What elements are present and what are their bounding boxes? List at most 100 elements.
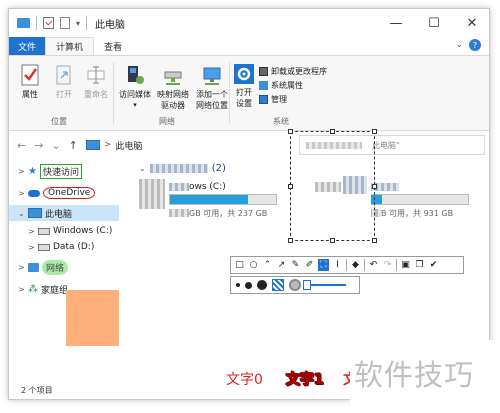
close-button[interactable]: ✕ (453, 9, 489, 37)
add-location-label-1: 添加一个 (196, 90, 228, 99)
tab-computer[interactable]: 计算机 (45, 37, 95, 55)
properties-button[interactable]: 属性 (17, 64, 43, 100)
devices-section-header[interactable]: ⌄ (2) (139, 163, 226, 174)
tab-view[interactable]: 查看 (94, 37, 132, 55)
network-icon (28, 262, 39, 272)
brush-size-small-icon[interactable] (236, 283, 240, 287)
copy-icon[interactable]: ❐ (414, 259, 425, 271)
resize-handle-e[interactable] (372, 184, 377, 189)
drive-icon (38, 227, 50, 235)
expand-chevron-icon[interactable]: > (18, 263, 28, 272)
recent-locations-icon[interactable]: ⌄ (51, 139, 60, 152)
redacted-drive-icon (139, 179, 165, 209)
resize-handle-s[interactable] (330, 238, 335, 243)
confirm-check-icon[interactable]: ✔ (428, 259, 439, 271)
map-drive-label-1: 映射网络 (157, 90, 189, 99)
customize-toolbar-dropdown-icon[interactable]: ▾ (76, 19, 80, 28)
sidebar-item-network[interactable]: > 网络 (9, 259, 119, 275)
network-drive-icon (164, 71, 182, 85)
marker-tool-icon[interactable]: ✐ (304, 259, 315, 271)
sidebar-item-windows-c[interactable]: > Windows (C:) (9, 223, 119, 239)
properties-icon (21, 64, 39, 86)
arrow-tool-icon[interactable]: ↗ (276, 259, 287, 271)
rename-button[interactable]: 重命名 (81, 64, 111, 100)
expand-chevron-icon[interactable]: > (18, 189, 28, 198)
add-location-label-2: 网络位置 (196, 101, 228, 110)
tab-file[interactable]: 文件 (9, 37, 45, 55)
brush-size-large-icon[interactable] (257, 280, 267, 290)
access-media-button[interactable]: 访问媒体 ▾ (117, 64, 153, 111)
address-bar[interactable]: > 此电脑 (85, 139, 143, 152)
navigation-pane: > ★ 快速访问 > OneDrive ⌄ 此电脑 > Windows (C:)… (9, 159, 119, 385)
system-properties-button[interactable]: 系统属性 (259, 80, 303, 91)
expand-chevron-icon[interactable]: > (28, 243, 38, 252)
save-icon[interactable]: ▣ (400, 259, 411, 271)
expand-chevron-icon[interactable]: > (28, 227, 38, 236)
pen-tool-icon[interactable]: ✎ (290, 259, 301, 271)
undo-icon[interactable]: ↶ (368, 259, 379, 271)
sidebar-item-quick-access[interactable]: > ★ 快速访问 (9, 163, 119, 179)
window-controls: — ☐ ✕ (377, 9, 489, 37)
resize-handle-w[interactable] (288, 184, 293, 189)
ellipse-tool-icon[interactable]: ○ (248, 259, 259, 271)
resize-handle-se[interactable] (372, 238, 377, 243)
help-icon[interactable]: ? (469, 39, 481, 51)
sidebar-label-quick-access: 快速访问 (39, 163, 82, 179)
sidebar-item-this-pc[interactable]: ⌄ 此电脑 (9, 205, 119, 221)
sidebar-item-data-d[interactable]: > Data (D:) (9, 239, 119, 255)
address-path: 此电脑 (115, 141, 143, 152)
properties-quick-icon[interactable] (43, 17, 54, 29)
expand-chevron-icon[interactable]: > (18, 285, 28, 294)
minimize-button[interactable]: — (377, 9, 415, 37)
strength-slider[interactable] (303, 280, 346, 290)
resize-handle-nw[interactable] (288, 129, 293, 134)
group-divider (229, 62, 230, 124)
map-network-drive-button[interactable]: 映射网络 驱动器 (155, 64, 191, 111)
annotation-text-1: 文字1 (286, 369, 324, 389)
open-settings-button[interactable]: 打开 设置 (231, 64, 257, 109)
resize-handle-n[interactable] (330, 129, 335, 134)
sidebar-label-this-pc: 此电脑 (45, 209, 73, 220)
line-tool-icon[interactable]: ⌃ (262, 259, 273, 271)
drive-icon (38, 243, 50, 251)
blur-pattern-icon[interactable] (289, 279, 301, 291)
sidebar-item-onedrive[interactable]: > OneDrive (9, 185, 119, 201)
manage-icon (259, 95, 268, 104)
drive-d-usage-bar (369, 194, 469, 205)
window-folder-icon (17, 18, 30, 28)
new-folder-quick-icon[interactable] (60, 17, 70, 29)
rectangle-tool-icon[interactable]: □ (234, 259, 245, 271)
collapse-chevron-icon[interactable]: ⌄ (18, 209, 28, 218)
mosaic-tool-icon[interactable]: ⛶ (318, 259, 329, 271)
resize-handle-sw[interactable] (288, 238, 293, 243)
redacted-text (169, 183, 189, 191)
rename-label: 重命名 (84, 90, 108, 99)
uninstall-label: 卸载或更改程序 (271, 67, 327, 76)
selection-region (295, 162, 371, 224)
up-arrow-icon[interactable]: ↑ (69, 139, 78, 152)
homegroup-icon: ⁂ (28, 283, 38, 295)
redacted-text (169, 209, 189, 217)
media-icon (128, 66, 144, 84)
brush-options-toolbar (230, 276, 360, 294)
brush-size-medium-icon[interactable] (245, 281, 252, 289)
manage-button[interactable]: 管理 (259, 94, 287, 105)
text-tool-icon[interactable]: I (332, 259, 343, 271)
network-location-icon (203, 67, 221, 85)
ribbon-panel: 属性 打开 重命名 位置 访问媒体 ▾ 映射网络 驱动器 添加一个 网络位置 网… (9, 55, 489, 131)
resize-handle-ne[interactable] (372, 129, 377, 134)
open-button[interactable]: 打开 (51, 64, 77, 100)
uninstall-program-button[interactable]: 卸载或更改程序 (259, 66, 327, 77)
mosaic-pattern-icon[interactable] (272, 279, 284, 291)
back-arrow-icon[interactable]: ← (17, 139, 26, 152)
redo-icon[interactable]: ↷ (382, 259, 393, 271)
forward-arrow-icon[interactable]: → (34, 139, 43, 152)
add-network-location-button[interactable]: 添加一个 网络位置 (193, 64, 231, 111)
expand-chevron-icon[interactable]: > (18, 167, 28, 176)
annotation-text-0: 文字0 (226, 372, 263, 388)
open-settings-label-1: 打开 (236, 88, 252, 97)
screenshot-selection-area[interactable] (288, 129, 377, 243)
maximize-button[interactable]: ☐ (415, 9, 453, 37)
collapse-ribbon-icon[interactable]: ⌄ (455, 40, 463, 50)
eraser-tool-icon[interactable]: ◆ (350, 259, 361, 271)
